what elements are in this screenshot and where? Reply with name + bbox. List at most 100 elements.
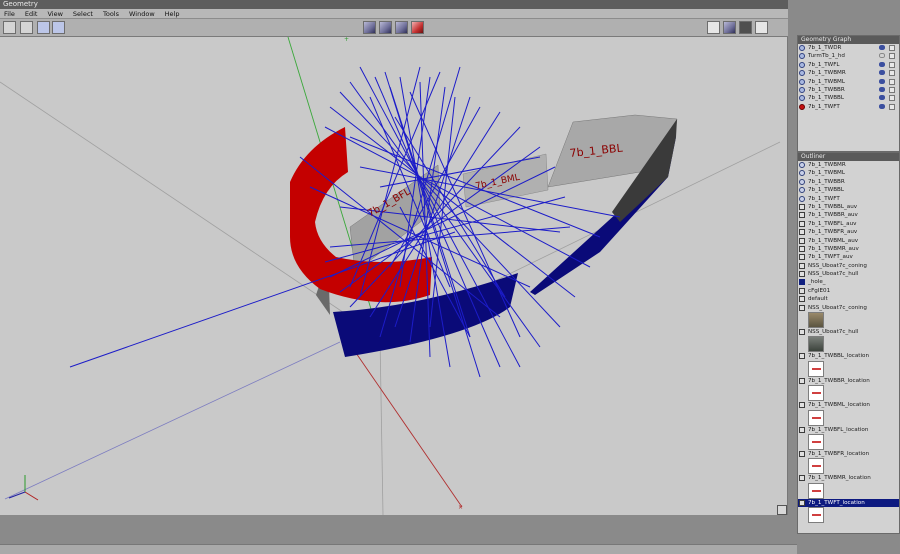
texture-thumbnail[interactable] [808, 385, 824, 402]
outliner-item-label: NSS_Uboat7c_hull [808, 271, 859, 278]
viewport-scene[interactable]: 7b_1_BBL 7b_1_BML 7b_1_BFL + × [0, 37, 788, 515]
outliner-item[interactable]: 7b_1_TWBBR_auv [798, 211, 899, 219]
graph-item[interactable]: 7b_1_TWBBL [798, 94, 899, 102]
outliner-item-label: 7b_1_TWBBL_auv [808, 203, 858, 210]
visibility-eye-icon[interactable] [879, 103, 885, 109]
menu-select[interactable]: Select [69, 9, 99, 19]
graph-item[interactable]: 7b_1_TWBBR [798, 86, 899, 94]
outliner-item[interactable]: 7b_1_TWBFR_auv [798, 228, 899, 236]
wireframe-window-icon[interactable] [707, 21, 720, 34]
thumbnail-mark [812, 489, 821, 492]
thumbnail-mark [812, 416, 821, 419]
menu-tools[interactable]: Tools [99, 9, 125, 19]
mesh-icon [799, 162, 805, 168]
grid-line [4, 341, 341, 500]
lock-checkbox[interactable] [889, 70, 895, 77]
texture-thumbnail[interactable] [808, 458, 824, 475]
outliner-item-label: 7b_1_TWBBR [808, 178, 845, 185]
texture-thumbnail[interactable] [808, 312, 824, 329]
menu-help[interactable]: Help [161, 9, 186, 19]
outliner-item[interactable]: 7b_1_TWBBL_auv [798, 203, 899, 211]
redo-arrow-icon[interactable] [52, 21, 65, 34]
geometry-graph-panel: Geometry Graph 7b_1_TWDR TurmTb_1_hd 7b_1_… [797, 35, 900, 152]
visibility-eye-icon[interactable] [879, 78, 885, 84]
3d-viewport[interactable]: 7b_1_BBL 7b_1_BML 7b_1_BFL + × [0, 37, 788, 515]
visibility-eye-icon[interactable] [879, 70, 885, 76]
save-icon[interactable] [20, 21, 33, 34]
visibility-eye-icon[interactable] [879, 61, 885, 67]
outliner-item[interactable]: 7b_1_TWBML [798, 169, 899, 177]
undo-arrow-icon[interactable] [37, 21, 50, 34]
lock-checkbox[interactable] [889, 53, 895, 60]
texture-thumbnail[interactable] [808, 336, 824, 353]
viewport-corner-grip[interactable] [777, 505, 787, 515]
outliner-item[interactable]: 7b_1_TWBML_location [798, 401, 899, 409]
outliner-item[interactable]: cFgIE01 [798, 287, 899, 295]
outliner-item[interactable]: NSS_Uboat7c_coning [798, 304, 899, 312]
outliner-item[interactable]: 7b_1_TWFT_location [798, 498, 899, 508]
lock-checkbox[interactable] [889, 78, 895, 85]
visibility-eye-icon[interactable] [879, 86, 885, 92]
window-icon[interactable] [755, 21, 768, 34]
texture-thumbnail[interactable] [808, 409, 824, 426]
menu-window[interactable]: Window [125, 9, 161, 19]
cube-top-icon[interactable] [395, 21, 408, 34]
outliner-item-label: 7b_1_TWBML_auv [808, 237, 859, 244]
menu-view[interactable]: View [43, 9, 68, 19]
dark-view-icon[interactable] [739, 21, 752, 34]
outliner-item[interactable]: 7b_1_TWBMR_auv [798, 245, 899, 253]
outliner-item[interactable]: 7b_1_TWBMR_location [798, 474, 899, 482]
texture-thumbnail[interactable] [808, 507, 824, 524]
graph-item[interactable]: 7b_1_TWFT [798, 103, 899, 111]
cube-front-icon[interactable] [363, 21, 376, 34]
lock-checkbox[interactable] [889, 95, 895, 102]
outliner-item[interactable]: NSS_Uboat7c_hull [798, 270, 899, 278]
outliner-item-label: 7b_1_TWBBL_location [808, 353, 869, 360]
gizmo-x-axis [24, 491, 39, 501]
outliner-item[interactable]: 7b_1_TWBBR_location [798, 377, 899, 385]
menu-edit[interactable]: Edit [21, 9, 44, 19]
texture-thumbnail[interactable] [808, 433, 824, 450]
graph-item[interactable]: 7b_1_TWBMR [798, 69, 899, 77]
outliner-item[interactable]: 7b_1_TWFT [798, 195, 899, 203]
graph-item[interactable]: TurmTb_1_hd [798, 52, 899, 60]
graph-item[interactable]: 7b_1_TWBML [798, 78, 899, 86]
lock-checkbox[interactable] [889, 86, 895, 93]
axis-end-marker: + [344, 37, 349, 43]
outliner-item[interactable]: 7b_1_TWFT_auv [798, 253, 899, 261]
texture-icon [799, 499, 805, 506]
graph-item[interactable]: 7b_1_TWDR [798, 44, 899, 52]
outliner-item[interactable]: _hole_ [798, 278, 899, 286]
outliner-item[interactable]: 7b_1_TWBFR_location [798, 450, 899, 458]
outliner-item[interactable]: 7b_1_TWBBL_location [798, 352, 899, 360]
outliner-item[interactable]: 7b_1_TWBFL_location [798, 426, 899, 434]
material-swatch-icon [799, 279, 805, 286]
outliner-item[interactable]: NSS_Uboat7c_hull [798, 328, 899, 336]
visibility-eye-icon[interactable] [879, 95, 885, 101]
outliner-item-label: 7b_1_TWBBR_auv [808, 212, 858, 219]
visibility-eye-icon[interactable] [879, 45, 885, 50]
outliner-item[interactable]: 7b_1_TWBBR [798, 178, 899, 186]
open-folder-icon[interactable] [3, 21, 16, 34]
outliner-item-label: 7b_1_TWBML_location [808, 402, 870, 409]
texture-thumbnail[interactable] [808, 360, 824, 377]
outliner-item[interactable]: default [798, 295, 899, 303]
lock-checkbox[interactable] [889, 61, 895, 68]
menu-file[interactable]: File [0, 9, 21, 19]
graph-item[interactable]: 7b_1_TWFL [798, 61, 899, 69]
outliner-item[interactable]: 7b_1_TWBML_auv [798, 237, 899, 245]
texture-icon [799, 271, 805, 278]
shaded-cube-icon[interactable] [723, 21, 736, 34]
outliner-item[interactable]: 7b_1_TWBFL_auv [798, 220, 899, 228]
outliner-item[interactable]: 7b_1_TWBBL [798, 186, 899, 194]
visibility-eye-icon[interactable] [879, 53, 885, 59]
texture-thumbnail[interactable] [808, 482, 824, 499]
cube-side-icon[interactable] [379, 21, 392, 34]
lock-checkbox[interactable] [889, 45, 895, 51]
outliner-item-label: 7b_1_TWBBR_location [808, 377, 870, 384]
outliner-item[interactable]: 7b_1_TWBMR [798, 161, 899, 169]
grid-line [379, 336, 384, 515]
lock-checkbox[interactable] [889, 103, 895, 110]
outliner-item[interactable]: NSS_Uboat7c_coning [798, 262, 899, 270]
cube-red-icon[interactable] [411, 21, 424, 34]
